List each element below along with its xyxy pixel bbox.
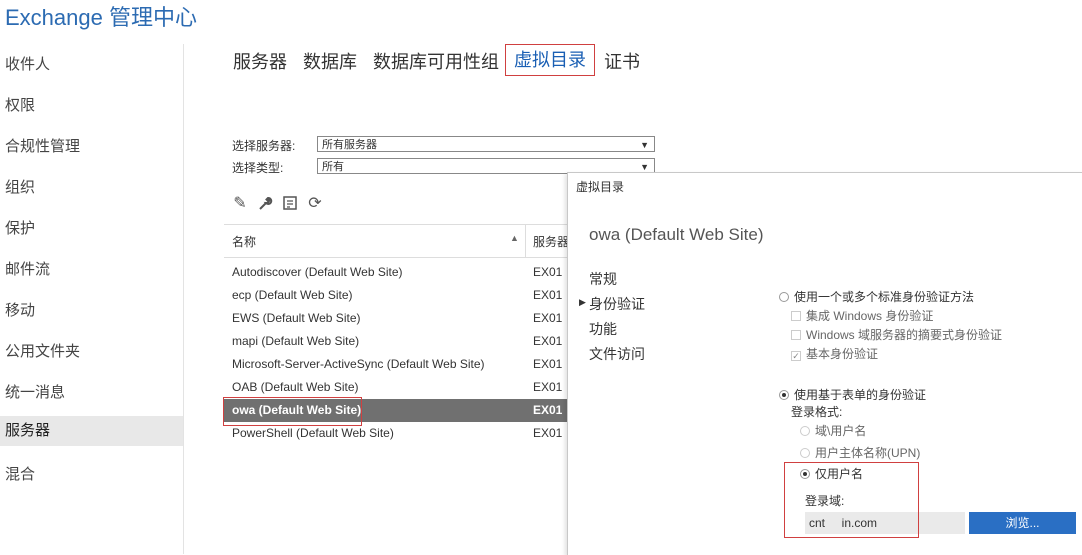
type-filter-label: 选择类型: (232, 161, 284, 175)
dialog-heading: owa (Default Web Site) (589, 225, 764, 244)
list-header: 名称 ▲ 服务器 (224, 224, 574, 258)
checkbox-icon (791, 330, 801, 340)
checkbox-icon (791, 311, 801, 321)
standard-auth-label: 使用一个或多个标准身份验证方法 (794, 290, 975, 304)
upn-label: 用户主体名称(UPN) (815, 446, 921, 460)
row-server: EX01 (533, 403, 563, 417)
table-row[interactable]: EWS (Default Web Site) EX01 (224, 307, 574, 330)
domain-user-option[interactable]: 域\用户名 (800, 422, 866, 439)
nav-item-protection[interactable]: 保护 (5, 217, 35, 238)
nav-item-mobile[interactable]: 移动 (5, 299, 35, 320)
row-name: Autodiscover (Default Web Site) (232, 265, 403, 279)
dialog-nav-features[interactable]: 功能 (589, 319, 617, 339)
row-server: EX01 (533, 357, 563, 371)
tab-certificates[interactable]: 证书 (604, 47, 640, 77)
tab-databases[interactable]: 数据库 (303, 47, 357, 77)
nav-item-recipients[interactable]: 收件人 (5, 53, 50, 74)
dialog-title: 虚拟目录 (576, 180, 625, 194)
current-section-arrow-icon: ▶ (579, 297, 586, 307)
browse-button[interactable]: 浏览... (969, 512, 1076, 534)
nav-item-compliance[interactable]: 合规性管理 (5, 135, 80, 156)
chevron-down-icon: ▼ (640, 140, 649, 150)
refresh-icon[interactable]: ⟳ (306, 195, 324, 213)
sort-asc-icon[interactable]: ▲ (510, 233, 519, 243)
nav-item-organization[interactable]: 组织 (5, 176, 35, 197)
row-name: OAB (Default Web Site) (232, 380, 359, 394)
integrated-windows-label: 集成 Windows 身份验证 (806, 309, 934, 323)
row-name: ecp (Default Web Site) (232, 288, 353, 302)
export-icon[interactable] (281, 195, 299, 213)
radio-selected-icon (779, 390, 789, 400)
upn-option[interactable]: 用户主体名称(UPN) (800, 444, 920, 461)
table-row[interactable]: PowerShell (Default Web Site) EX01 (224, 422, 574, 445)
nav-item-mail-flow[interactable]: 邮件流 (5, 258, 50, 279)
nav-item-hybrid[interactable]: 混合 (5, 463, 35, 484)
radio-icon (779, 292, 789, 302)
basic-auth-option[interactable]: ✓ 基本身份验证 (791, 345, 878, 362)
highlight-annotation (784, 462, 919, 538)
left-nav: 收件人 权限 合规性管理 组织 保护 邮件流 移动 公用文件夹 统一消息 服务器… (0, 44, 184, 554)
table-row[interactable]: OAB (Default Web Site) EX01 (224, 376, 574, 399)
server-filter-value: 所有服务器 (322, 139, 377, 151)
app-title: Exchange 管理中心 (5, 5, 197, 30)
standard-auth-option[interactable]: 使用一个或多个标准身份验证方法 (779, 288, 974, 305)
nav-item-permissions[interactable]: 权限 (5, 94, 35, 115)
logon-format-label: 登录格式: (791, 405, 843, 419)
dialog-nav-file-access[interactable]: 文件访问 (589, 344, 645, 364)
server-filter-label: 选择服务器: (232, 139, 296, 153)
nav-item-public-folders[interactable]: 公用文件夹 (5, 340, 80, 361)
tab-dag[interactable]: 数据库可用性组 (373, 47, 499, 77)
radio-icon (800, 448, 810, 458)
dialog-nav-authentication[interactable]: 身份验证 (589, 294, 645, 314)
row-name: PowerShell (Default Web Site) (232, 426, 394, 440)
server-filter-select[interactable]: 所有服务器 ▼ (317, 136, 655, 152)
radio-icon (800, 426, 810, 436)
edit-icon[interactable]: ✎ (231, 195, 249, 213)
table-row[interactable]: Microsoft-Server-ActiveSync (Default Web… (224, 353, 574, 376)
nav-item-unified-messaging[interactable]: 统一消息 (5, 381, 65, 402)
type-filter-value: 所有 (322, 161, 344, 173)
row-server: EX01 (533, 334, 563, 348)
tab-virtual-directories[interactable]: 虚拟目录 (505, 44, 595, 76)
digest-auth-option[interactable]: Windows 域服务器的摘要式身份验证 (791, 326, 1002, 343)
digest-auth-label: Windows 域服务器的摘要式身份验证 (806, 328, 1003, 342)
row-server: EX01 (533, 426, 563, 440)
checkbox-checked-icon: ✓ (791, 351, 801, 361)
nav-item-servers[interactable]: 服务器 (0, 416, 183, 446)
basic-auth-label: 基本身份验证 (806, 347, 879, 361)
forms-auth-option[interactable]: 使用基于表单的身份验证 (779, 386, 926, 403)
column-name-header[interactable]: 名称 (232, 233, 256, 250)
virtual-directory-dialog: 虚拟目录 owa (Default Web Site) 常规 ▶ 身份验证 功能… (567, 172, 1082, 555)
row-server: EX01 (533, 311, 563, 325)
tab-servers[interactable]: 服务器 (233, 47, 287, 77)
table-row[interactable]: Autodiscover (Default Web Site) EX01 (224, 261, 574, 284)
column-divider (525, 225, 526, 257)
forms-auth-label: 使用基于表单的身份验证 (794, 388, 927, 402)
row-server: EX01 (533, 265, 563, 279)
row-name: Microsoft-Server-ActiveSync (Default Web… (232, 357, 485, 371)
row-name: EWS (Default Web Site) (232, 311, 361, 325)
row-name: mapi (Default Web Site) (232, 334, 360, 348)
table-row[interactable]: mapi (Default Web Site) EX01 (224, 330, 574, 353)
dialog-nav-general[interactable]: 常规 (589, 269, 617, 289)
integrated-windows-option[interactable]: 集成 Windows 身份验证 (791, 307, 933, 324)
table-row[interactable]: ecp (Default Web Site) EX01 (224, 284, 574, 307)
row-server: EX01 (533, 380, 563, 394)
wrench-icon[interactable] (256, 195, 274, 213)
column-server-header[interactable]: 服务器 (533, 233, 569, 250)
domain-user-label: 域\用户名 (815, 424, 867, 438)
row-server: EX01 (533, 288, 563, 302)
